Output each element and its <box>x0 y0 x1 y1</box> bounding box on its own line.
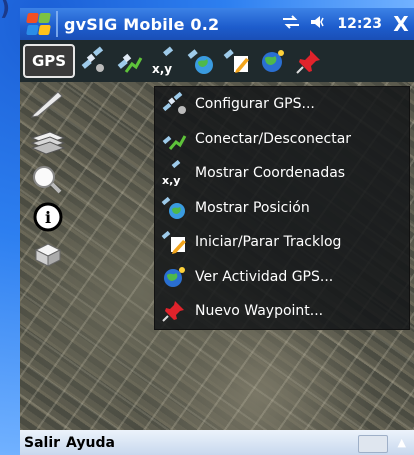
keyboard-icon[interactable] <box>358 435 388 453</box>
globe-activity-icon <box>155 261 195 293</box>
windows-start-icon[interactable] <box>24 11 52 37</box>
menu-item-conectar-desconectar[interactable]: Conectar/Desconectar <box>155 122 409 157</box>
svg-text:x,y: x,y <box>162 174 180 186</box>
input-menu-arrow-icon[interactable]: ▲ <box>398 436 406 449</box>
app-title: gvSIG Mobile 0.2 <box>64 14 220 34</box>
title-bar: gvSIG Mobile 0.2 12:23 X <box>20 8 414 40</box>
satellite-wrench-icon <box>155 88 195 120</box>
side-toolbar: i <box>20 82 76 272</box>
menu-item-label: Iniciar/Parar Tracklog <box>195 234 342 251</box>
svg-text:x,y: x,y <box>152 62 172 76</box>
menu-item-ver-actividad-gps[interactable]: Ver Actividad GPS... <box>155 260 409 295</box>
title-separator <box>56 11 58 37</box>
pushpin-icon <box>155 295 195 327</box>
menu-item-mostrar-posicion[interactable]: Mostrar Posición <box>155 191 409 226</box>
speaker-icon[interactable] <box>309 14 329 34</box>
svg-text:i: i <box>45 208 51 227</box>
satellite-globe-icon <box>155 192 195 224</box>
gps-dropdown-menu: Configurar GPS... Conectar/Desconectar x… <box>154 86 410 330</box>
close-button[interactable]: X <box>388 11 414 37</box>
satellite-pencil-icon <box>155 226 195 258</box>
menu-item-label: Ver Actividad GPS... <box>195 268 334 285</box>
box-select-icon[interactable] <box>24 238 72 272</box>
menu-item-nuevo-waypoint[interactable]: Nuevo Waypoint... <box>155 294 409 329</box>
menu-item-label: Mostrar Coordenadas <box>195 165 346 182</box>
satellite-xy-icon[interactable]: x,y <box>147 44 183 78</box>
menu-item-label: Nuevo Waypoint... <box>195 303 324 320</box>
satellite-pencil-icon[interactable] <box>219 44 255 78</box>
right-softkey-ayuda[interactable]: Ayuda <box>66 435 115 451</box>
pushpin-icon[interactable] <box>291 44 327 78</box>
menu-item-label: Mostrar Posición <box>195 199 310 216</box>
satellite-xy-icon: x,y <box>155 157 195 189</box>
satellite-connect-icon[interactable] <box>111 44 147 78</box>
globe-activity-icon[interactable] <box>255 44 291 78</box>
menu-item-label: Configurar GPS... <box>195 96 315 113</box>
status-area: 12:23 <box>281 14 382 34</box>
corner-bracket-glyph: ) <box>0 0 11 21</box>
menu-item-label: Conectar/Desconectar <box>195 130 352 147</box>
pencil-tool-icon[interactable] <box>24 86 72 120</box>
pocketpc-window: gvSIG Mobile 0.2 12:23 X GPS x,y i Confi… <box>20 8 414 455</box>
info-icon[interactable]: i <box>24 200 72 234</box>
menu-item-configurar-gps[interactable]: Configurar GPS... <box>155 87 409 122</box>
connectivity-icon[interactable] <box>281 14 301 34</box>
left-softkey-salir[interactable]: Salir <box>24 435 60 451</box>
gps-menu-button[interactable]: GPS <box>23 44 75 78</box>
softkey-bar: Salir Ayuda ▲ <box>20 430 414 455</box>
menu-item-iniciar-parar-tracklog[interactable]: Iniciar/Parar Tracklog <box>155 225 409 260</box>
satellite-wrench-icon[interactable] <box>75 44 111 78</box>
satellite-connect-icon <box>155 123 195 155</box>
clock-time[interactable]: 12:23 <box>337 16 382 32</box>
gps-toolbar: GPS x,y <box>20 40 414 82</box>
zoom-magnifier-icon[interactable] <box>24 162 72 196</box>
satellite-globe-icon[interactable] <box>183 44 219 78</box>
layers-icon[interactable] <box>24 124 72 158</box>
menu-item-mostrar-coordenadas[interactable]: x,y Mostrar Coordenadas <box>155 156 409 191</box>
